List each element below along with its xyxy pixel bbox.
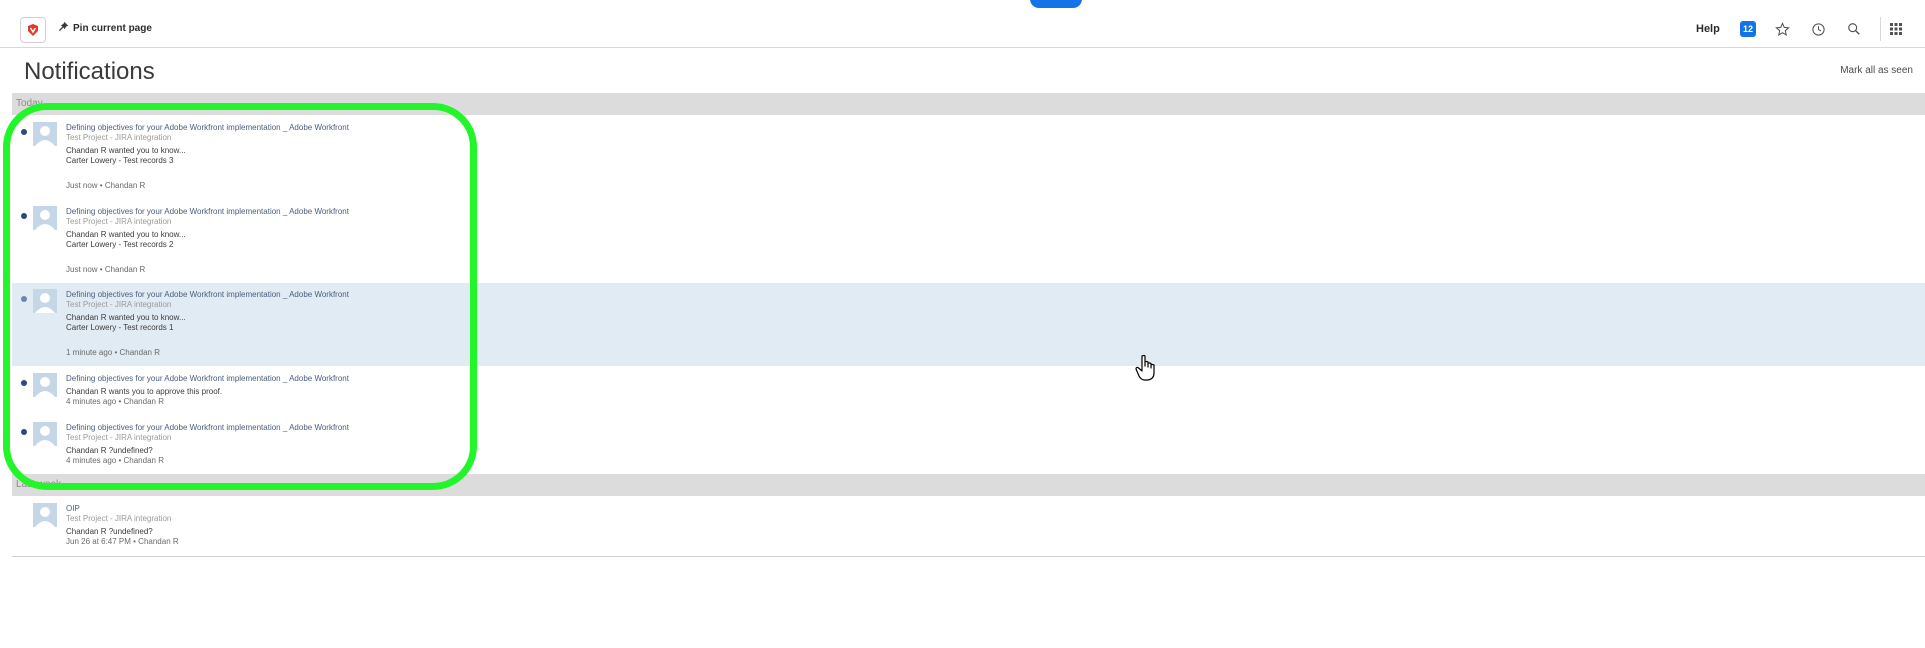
notification-title[interactable]: Defining objectives for your Adobe Workf…: [66, 123, 349, 133]
notification-message: Chandan R wants you to approve this proo…: [66, 387, 223, 396]
section-header-today: Today: [12, 93, 1925, 115]
avatar: [33, 206, 57, 230]
notification-detail: Carter Lowery - Test records 3: [66, 156, 174, 165]
notification-item[interactable]: Defining objectives for your Adobe Workf…: [12, 283, 1925, 366]
notification-detail: Carter Lowery - Test records 1: [66, 323, 174, 332]
unread-dot[interactable]: [21, 380, 27, 386]
notification-meta: Jun 26 at 6:47 PM • Chandan R: [66, 537, 179, 546]
notification-title[interactable]: Defining objectives for your Adobe Workf…: [66, 290, 349, 300]
notification-message: Chandan R wanted you to know...: [66, 313, 186, 322]
notification-meta: 4 minutes ago • Chandan R: [66, 456, 164, 465]
notification-title[interactable]: Defining objectives for your Adobe Workf…: [66, 423, 349, 433]
mark-all-seen-button[interactable]: Mark all as seen: [1840, 65, 1913, 76]
notification-count-badge[interactable]: 12: [1740, 21, 1756, 37]
unread-dot[interactable]: [21, 429, 27, 435]
hand-cursor-icon: [1134, 354, 1158, 382]
notification-meta: 4 minutes ago • Chandan R: [66, 397, 164, 406]
logo-icon[interactable]: [20, 17, 46, 43]
notification-title[interactable]: Defining objectives for your Adobe Workf…: [66, 374, 349, 384]
unread-dot[interactable]: [21, 296, 27, 302]
notification-project[interactable]: Test Project - JIRA integration: [66, 514, 179, 524]
avatar: [33, 503, 57, 527]
notification-meta: Just now • Chandan R: [66, 181, 146, 190]
notification-item[interactable]: Defining objectives for your Adobe Workf…: [12, 416, 1925, 474]
notification-message: Chandan R wanted you to know...: [66, 230, 186, 239]
help-button[interactable]: Help: [1696, 23, 1720, 35]
pin-current-page-button[interactable]: Pin current page: [58, 21, 152, 35]
notification-detail: Carter Lowery - Test records 2: [66, 240, 174, 249]
pin-current-page-label: Pin current page: [73, 22, 152, 34]
notification-item[interactable]: Defining objectives for your Adobe Workf…: [12, 200, 1925, 283]
pin-icon: [58, 21, 69, 35]
top-bar: Pin current page Help 12: [0, 0, 1925, 48]
notification-title[interactable]: OIP: [66, 504, 179, 514]
notification-item[interactable]: OIP Test Project - JIRA integration Chan…: [12, 497, 1925, 555]
notification-project[interactable]: Test Project - JIRA integration: [66, 300, 349, 310]
search-icon[interactable]: [1845, 20, 1863, 38]
divider: [1880, 17, 1881, 41]
notification-message: Chandan R ?undefined?: [66, 527, 153, 536]
avatar: [33, 289, 57, 313]
notification-project[interactable]: Test Project - JIRA integration: [66, 133, 349, 143]
notification-project[interactable]: Test Project - JIRA integration: [66, 433, 349, 443]
notification-project[interactable]: Test Project - JIRA integration: [66, 217, 349, 227]
apps-grid-icon[interactable]: [1887, 20, 1905, 38]
unread-dot[interactable]: [21, 129, 27, 135]
avatar: [33, 122, 57, 146]
star-icon[interactable]: [1773, 20, 1791, 38]
history-icon[interactable]: [1809, 20, 1827, 38]
notification-meta: 1 minute ago • Chandan R: [66, 348, 160, 357]
notification-meta: Just now • Chandan R: [66, 265, 146, 274]
avatar: [33, 422, 57, 446]
section-header-last-week: Last week: [12, 474, 1925, 496]
notification-item[interactable]: Defining objectives for your Adobe Workf…: [12, 367, 1925, 416]
notification-item[interactable]: Defining objectives for your Adobe Workf…: [12, 116, 1925, 199]
notification-message: Chandan R wanted you to know...: [66, 146, 186, 155]
page-title: Notifications: [24, 58, 155, 85]
notification-message: Chandan R ?undefined?: [66, 446, 153, 455]
banner-button[interactable]: [1030, 0, 1082, 8]
avatar: [33, 373, 57, 397]
notification-title[interactable]: Defining objectives for your Adobe Workf…: [66, 207, 349, 217]
divider: [12, 556, 1925, 557]
unread-dot[interactable]: [21, 213, 27, 219]
